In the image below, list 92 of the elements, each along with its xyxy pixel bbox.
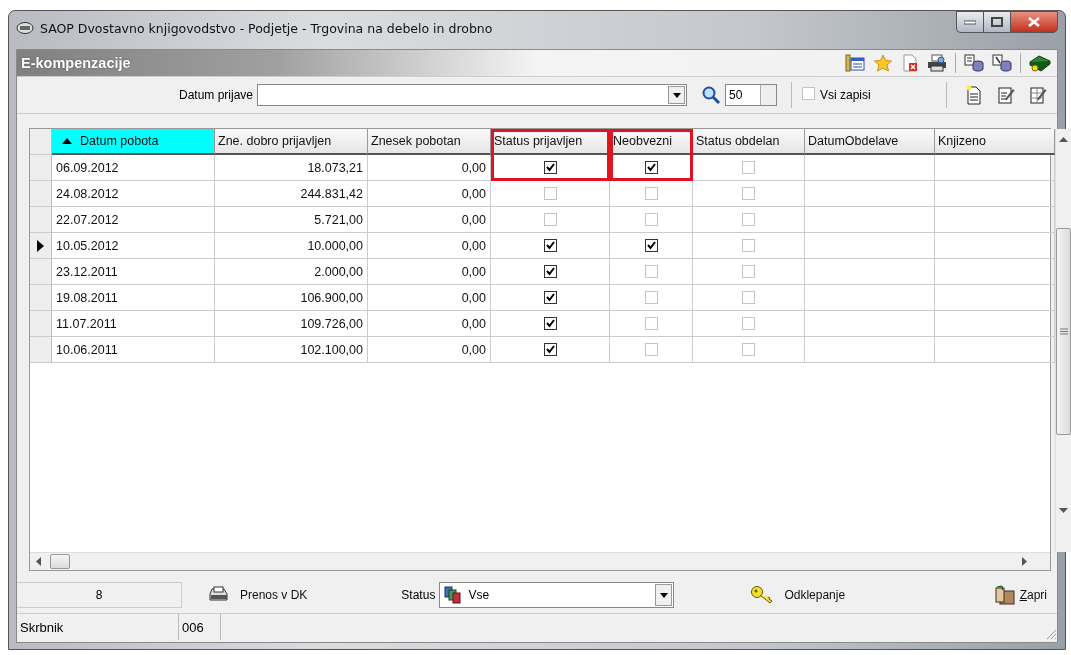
column-layout-icon[interactable]: [845, 54, 865, 72]
table-cell: 0,00: [368, 181, 491, 207]
table-cell: 0,00: [368, 285, 491, 311]
printer-icon: [208, 586, 230, 604]
field-label: Datum prijave: [177, 88, 254, 102]
row-indicator[interactable]: [30, 233, 52, 259]
grid-corner: [30, 129, 52, 155]
database-icon[interactable]: [992, 54, 1012, 72]
table-cell: 23.12.2011: [52, 259, 215, 285]
scroll-left-icon[interactable]: [36, 557, 42, 566]
dropdown-arrow-icon: [672, 92, 681, 98]
minimize-icon: [964, 19, 976, 25]
table-cell: 0,00: [368, 155, 491, 181]
star-icon[interactable]: [873, 54, 893, 72]
dropdown-value: Vse: [468, 588, 490, 602]
checkbox[interactable]: [543, 317, 557, 330]
database-icon[interactable]: [964, 54, 984, 72]
book-icon[interactable]: [1029, 54, 1051, 72]
checkbox[interactable]: [543, 343, 557, 356]
door-exit-icon: [993, 585, 1016, 605]
table-cell: 10.000,00: [215, 233, 368, 259]
checkbox[interactable]: [543, 161, 557, 174]
column-header[interactable]: Status obdelan: [693, 129, 805, 155]
page-size-spinner[interactable]: 50: [725, 84, 777, 106]
column-header[interactable]: Znesek pobotan: [368, 129, 491, 155]
table-cell: 11.07.2011: [52, 311, 215, 337]
window-title: SAOP Dvostavno knjigovodstvo - Podjetje - Trgovina na debelo in drobno: [40, 20, 493, 36]
close-button[interactable]: [1010, 11, 1058, 33]
documents-icon: [444, 586, 463, 604]
scrollbar-thumb[interactable]: [1056, 228, 1071, 435]
transfer-button[interactable]: Prenos v DK: [204, 584, 312, 606]
status-code: 006: [179, 614, 221, 640]
resize-grip-icon[interactable]: [1045, 628, 1057, 640]
table-cell: 0,00: [368, 311, 491, 337]
minimize-button[interactable]: [956, 11, 983, 33]
scroll-down-icon[interactable]: [1059, 508, 1068, 514]
checkbox[interactable]: [644, 239, 658, 252]
status-dropdown[interactable]: Vse: [439, 582, 675, 608]
status-user: Skrbnik: [17, 614, 179, 640]
scroll-right-icon[interactable]: [1022, 557, 1028, 566]
table-cell: 19.08.2011: [52, 285, 215, 311]
panel-title: E-kompenzacije: [20, 55, 131, 71]
app-icon: [16, 21, 34, 35]
maximize-icon: [991, 17, 1003, 27]
page-size-value: 50: [729, 88, 743, 102]
table-cell: 244.831,42: [215, 181, 368, 207]
vertical-scrollbar[interactable]: [1055, 129, 1071, 552]
table-cell: 5.721,00: [215, 207, 368, 233]
table-cell: 0,00: [368, 207, 491, 233]
column-header[interactable]: Knjizeno: [935, 129, 1055, 155]
maximize-button[interactable]: [983, 11, 1010, 33]
table-cell: 2.000,00: [215, 259, 368, 285]
scrollbar-thumb[interactable]: [50, 554, 70, 569]
delete-document-icon[interactable]: [901, 54, 919, 72]
date-dropdown[interactable]: [257, 84, 687, 106]
table-cell: 22.07.2012: [52, 207, 215, 233]
table-cell: 102.100,00: [215, 337, 368, 363]
dropdown-arrow-icon: [659, 592, 668, 598]
current-row-icon: [37, 239, 44, 252]
table-cell: 0,00: [368, 259, 491, 285]
key-icon: [750, 585, 775, 605]
table-cell: 109.726,00: [215, 311, 368, 337]
printer-icon[interactable]: [927, 54, 947, 72]
sort-ascending-icon: [62, 138, 72, 144]
checkbox[interactable]: [543, 265, 557, 278]
table-cell: 10.05.2012: [52, 233, 215, 259]
unlock-button[interactable]: Odklepanje: [746, 583, 850, 607]
table-cell: 24.08.2012: [52, 181, 215, 207]
search-icon[interactable]: [701, 85, 721, 105]
table-cell: 0,00: [368, 233, 491, 259]
checkbox-label: Vsi zapisi: [820, 88, 871, 102]
column-header[interactable]: DatumObdelave: [805, 129, 935, 155]
table-cell: 18.073,21: [215, 155, 368, 181]
status-label: Status: [401, 588, 436, 602]
edit-document-icon[interactable]: [997, 85, 1015, 105]
close-window-button[interactable]: Zapri: [989, 583, 1051, 607]
edit-grid-icon[interactable]: [1029, 85, 1047, 105]
checkbox[interactable]: [543, 239, 557, 252]
table-cell: 06.09.2012: [52, 155, 215, 181]
table-cell: 0,00: [368, 337, 491, 363]
new-document-icon[interactable]: [965, 85, 983, 105]
record-count: 8: [17, 582, 182, 608]
checkbox[interactable]: [644, 161, 658, 174]
close-icon: [1028, 17, 1040, 27]
checkbox[interactable]: [543, 291, 557, 304]
column-header[interactable]: Datum pobota: [52, 129, 215, 155]
scroll-up-icon[interactable]: [1059, 137, 1068, 143]
table-cell: 106.900,00: [215, 285, 368, 311]
grip-icon: [1059, 328, 1068, 335]
horizontal-scrollbar[interactable]: [30, 552, 1050, 570]
column-header[interactable]: Zne. dobro prijavljen: [215, 129, 368, 155]
table-cell: 10.06.2011: [52, 337, 215, 363]
